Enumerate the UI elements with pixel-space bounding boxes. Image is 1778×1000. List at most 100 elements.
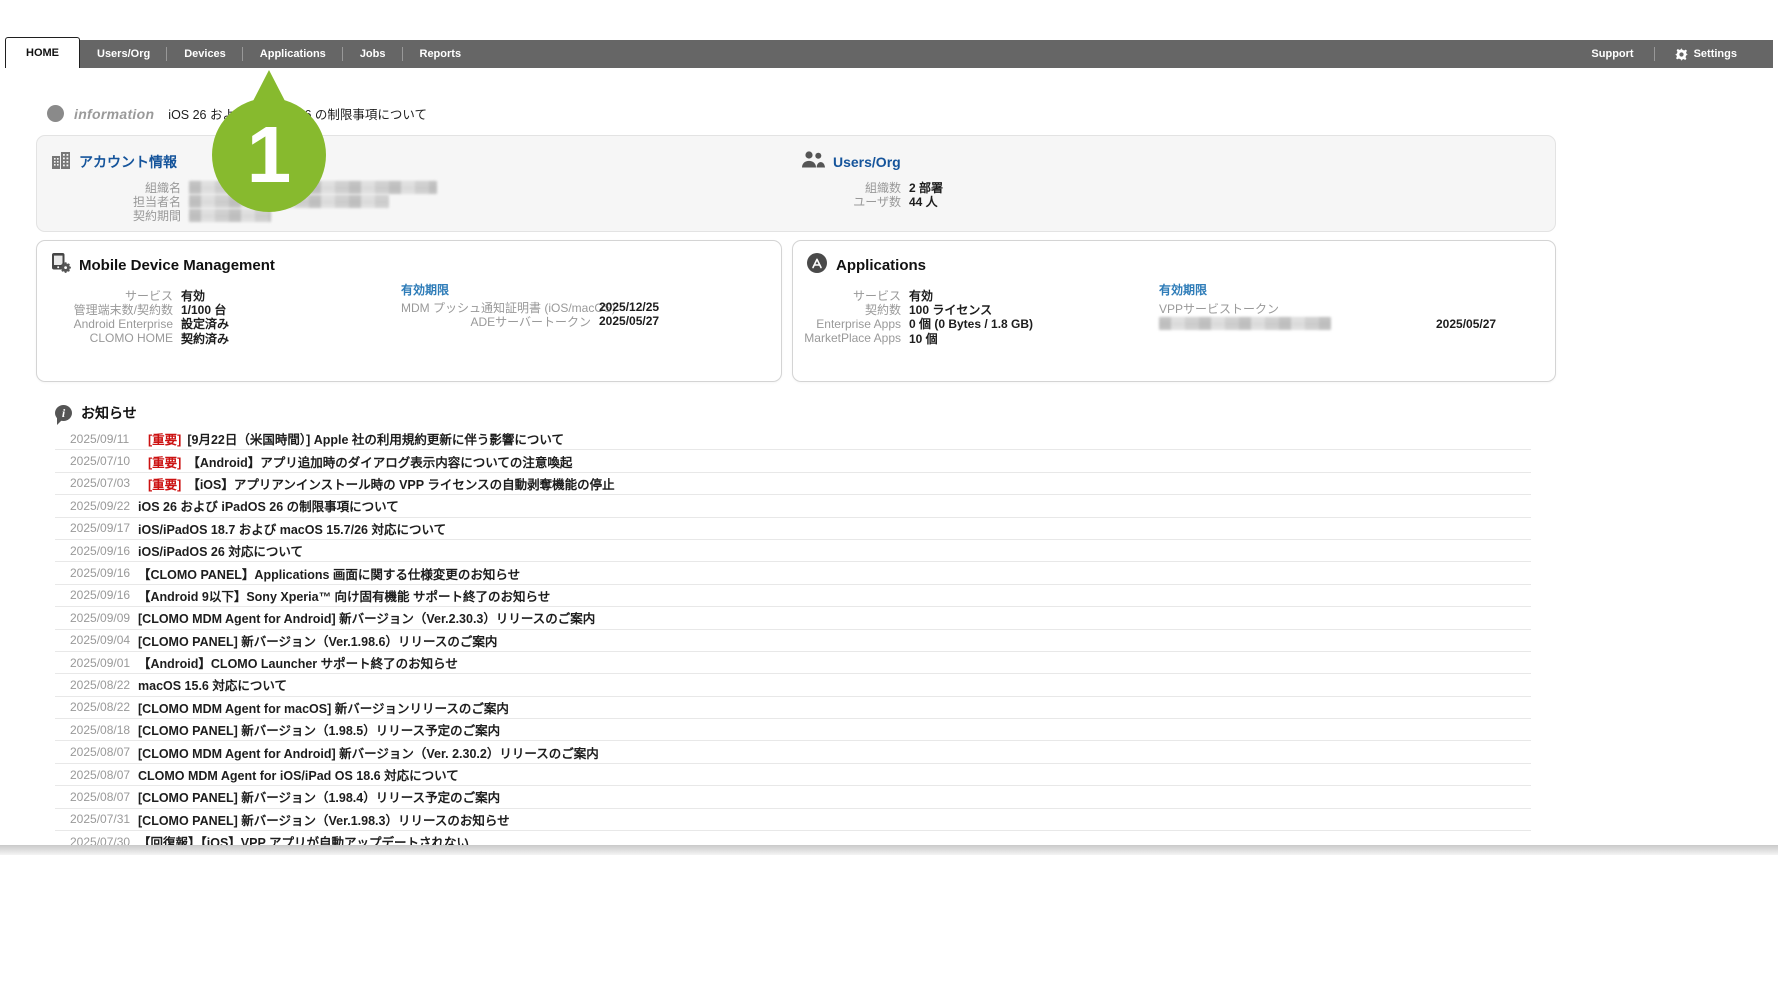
news-item[interactable]: 2025/09/11 [重要] [9月22日（米国時間）] Apple 社の利用…	[55, 428, 1531, 450]
applications-status-row: MarketPlace Apps 10 個	[793, 331, 1033, 345]
information-label: information	[74, 106, 154, 122]
news-item-title: 【Android】アプリ追加時のダイアログ表示内容についての注意喚起	[187, 452, 572, 471]
field-value: 契約済み	[181, 330, 229, 347]
nav-tab-label: Applications	[260, 48, 326, 60]
gear-icon	[1675, 48, 1688, 61]
callout-number: 1	[212, 98, 326, 212]
news-item-title: iOS 26 および iPadOS 26 の制限事項について	[138, 496, 399, 515]
mdm-card-title: Mobile Device Management	[79, 257, 275, 274]
news-item[interactable]: 2025/08/22 [CLOMO MDM Agent for macOS] 新…	[55, 697, 1531, 719]
support-label: Support	[1591, 48, 1633, 60]
news-item-title: 【iOS】アプリアンインストール時の VPP ライセンスの自動剥奪機能の停止	[187, 474, 614, 493]
news-item[interactable]: 2025/07/30 【回復報】【iOS】VPP アプリが自動アップデートされな…	[55, 831, 1531, 845]
news-item-date: 2025/09/16	[70, 588, 138, 602]
nav-tab-label: Jobs	[360, 48, 386, 60]
news-item-date: 2025/08/18	[70, 723, 138, 737]
buildings-icon	[51, 151, 71, 174]
support-link[interactable]: Support	[1571, 48, 1653, 60]
news-item[interactable]: 2025/09/16 【Android 9以下】Sony Xperia™ 向け固…	[55, 585, 1531, 607]
news-item[interactable]: 2025/09/01 【Android】CLOMO Launcher サポート終…	[55, 652, 1531, 674]
news-item-date: 2025/09/09	[70, 611, 138, 625]
news-item-title: [CLOMO MDM Agent for Android] 新バージョン（Ver…	[138, 608, 595, 627]
nav-tab-label: Users/Org	[97, 48, 150, 60]
field-label: 管理端末数/契約数	[37, 301, 181, 318]
news-item[interactable]: 2025/09/09 [CLOMO MDM Agent for Android]…	[55, 607, 1531, 629]
nav-tab[interactable]: Jobs	[343, 40, 403, 68]
news-item-title: [CLOMO PANEL] 新バージョン（1.98.4）リリース予定のご案内	[138, 787, 500, 806]
field-label: 契約数	[793, 301, 909, 318]
step-callout: 1	[212, 70, 326, 212]
nav-tab[interactable]: HOME	[5, 37, 80, 68]
news-item-date: 2025/08/07	[70, 790, 138, 804]
info-icon	[47, 105, 64, 122]
vpp-token-label: VPPサービストークン	[1159, 300, 1549, 314]
news-item[interactable]: 2025/07/10 [重要] 【Android】アプリ追加時のダイアログ表示内…	[55, 450, 1531, 472]
page: HOME Users/Org Devices Applications Jobs	[0, 0, 1778, 845]
news-item-date: 2025/08/07	[70, 768, 138, 782]
field-label: ADEサーバートークン	[401, 313, 599, 330]
news-item-date: 2025/07/03	[70, 476, 138, 490]
news-item-title: [CLOMO PANEL] 新バージョン（1.98.5）リリース予定のご案内	[138, 720, 500, 739]
mdm-expiry-link[interactable]: 有効期限	[401, 281, 776, 295]
account-info-title: アカウント情報	[79, 152, 177, 172]
news-item-title: [CLOMO PANEL] 新バージョン（Ver.1.98.6）リリースのご案内	[138, 631, 497, 650]
nav-tab[interactable]: Applications	[243, 40, 343, 68]
news-item-date: 2025/09/16	[70, 544, 138, 558]
news-item-date: 2025/08/22	[70, 700, 138, 714]
field-value: 2025/05/27	[599, 314, 659, 328]
mdm-expiry-row: ADEサーバートークン 2025/05/27	[401, 314, 776, 328]
nav-tab[interactable]: Reports	[403, 40, 479, 68]
news-item-title: [CLOMO MDM Agent for Android] 新バージョン（Ver…	[138, 743, 599, 762]
news-item-date: 2025/07/31	[70, 812, 138, 826]
field-value: 2025/12/25	[599, 300, 659, 314]
news-item[interactable]: 2025/07/03 [重要] 【iOS】アプリアンインストール時の VPP ラ…	[55, 473, 1531, 495]
news-item-title: CLOMO MDM Agent for iOS/iPad OS 18.6 対応に…	[138, 765, 459, 784]
nav-tab[interactable]: Users/Org	[80, 40, 167, 68]
news-list: 2025/09/11 [重要] [9月22日（米国時間）] Apple 社の利用…	[55, 428, 1531, 845]
users-org-block: Users/Org 組織数 2 部署 ユーザ数 44 人	[801, 152, 943, 209]
news-item[interactable]: 2025/09/04 [CLOMO PANEL] 新バージョン（Ver.1.98…	[55, 630, 1531, 652]
news-item[interactable]: 2025/09/22 iOS 26 および iPadOS 26 の制限事項につい…	[55, 495, 1531, 517]
announcement-icon	[55, 405, 72, 421]
applications-card-title: Applications	[836, 257, 926, 274]
news-item-date: 2025/07/10	[70, 454, 138, 468]
nav-tab-label: HOME	[26, 47, 59, 59]
tab-bar: HOME Users/Org Devices Applications Jobs	[5, 40, 1773, 68]
settings-link[interactable]: Settings	[1655, 48, 1757, 61]
mdm-status-rows: サービス 有効 管理端末数/契約数 1/100 台 Android Enterp…	[37, 288, 229, 345]
news-item[interactable]: 2025/07/31 [CLOMO PANEL] 新バージョン（Ver.1.98…	[55, 809, 1531, 831]
settings-label: Settings	[1694, 48, 1737, 60]
news-item-title: [9月22日（米国時間）] Apple 社の利用規約更新に伴う影響について	[187, 429, 564, 448]
nav-tab-label: Reports	[420, 48, 462, 60]
news-item-date: 2025/09/01	[70, 656, 138, 670]
applications-card: Applications サービス 有効 契約数 100 ライセンス Enter…	[792, 240, 1556, 382]
nav-tab-label: Devices	[184, 48, 226, 60]
news-item-date: 2025/09/17	[70, 521, 138, 535]
field-label: ユーザ数	[801, 193, 909, 210]
nav-right: Support Settings	[1571, 40, 1773, 68]
mdm-status-row: CLOMO HOME 契約済み	[37, 331, 229, 345]
mdm-expiry-column: 有効期限 MDM プッシュ通知証明書 (iOS/macOS) 2025/12/2…	[401, 281, 776, 329]
news-item[interactable]: 2025/09/17 iOS/iPadOS 18.7 および macOS 15.…	[55, 518, 1531, 540]
news-item[interactable]: 2025/09/16 iOS/iPadOS 26 対応について	[55, 540, 1531, 562]
news-item[interactable]: 2025/08/07 CLOMO MDM Agent for iOS/iPad …	[55, 764, 1531, 786]
mdm-expiry-rows: MDM プッシュ通知証明書 (iOS/macOS) 2025/12/25 ADE…	[401, 300, 776, 329]
news-item[interactable]: 2025/08/18 [CLOMO PANEL] 新バージョン（1.98.5）リ…	[55, 719, 1531, 741]
field-label: Android Enterprise	[37, 317, 181, 331]
news-item[interactable]: 2025/08/07 [CLOMO MDM Agent for Android]…	[55, 741, 1531, 763]
news-item[interactable]: 2025/08/07 [CLOMO PANEL] 新バージョン（1.98.4）リ…	[55, 786, 1531, 808]
news-item-date: 2025/09/16	[70, 566, 138, 580]
users-icon	[801, 151, 825, 173]
news-item[interactable]: 2025/08/22 macOS 15.6 対応について	[55, 674, 1531, 696]
news-item-date: 2025/09/04	[70, 633, 138, 647]
news-item-date: 2025/07/30	[70, 835, 138, 845]
news-section-title: お知らせ	[81, 403, 137, 423]
field-value: 44 人	[909, 193, 938, 210]
news-item-title: 【Android 9以下】Sony Xperia™ 向け固有機能 サポート終了の…	[138, 586, 550, 605]
news-item[interactable]: 2025/09/16 【CLOMO PANEL】Applications 画面に…	[55, 562, 1531, 584]
news-item-title: iOS/iPadOS 26 対応について	[138, 541, 303, 560]
nav-tab[interactable]: Devices	[167, 40, 243, 68]
applications-expiry-column: 有効期限 VPPサービストークン 2025/05/27	[1159, 281, 1549, 335]
appstore-icon	[806, 252, 828, 279]
applications-expiry-link[interactable]: 有効期限	[1159, 281, 1549, 295]
